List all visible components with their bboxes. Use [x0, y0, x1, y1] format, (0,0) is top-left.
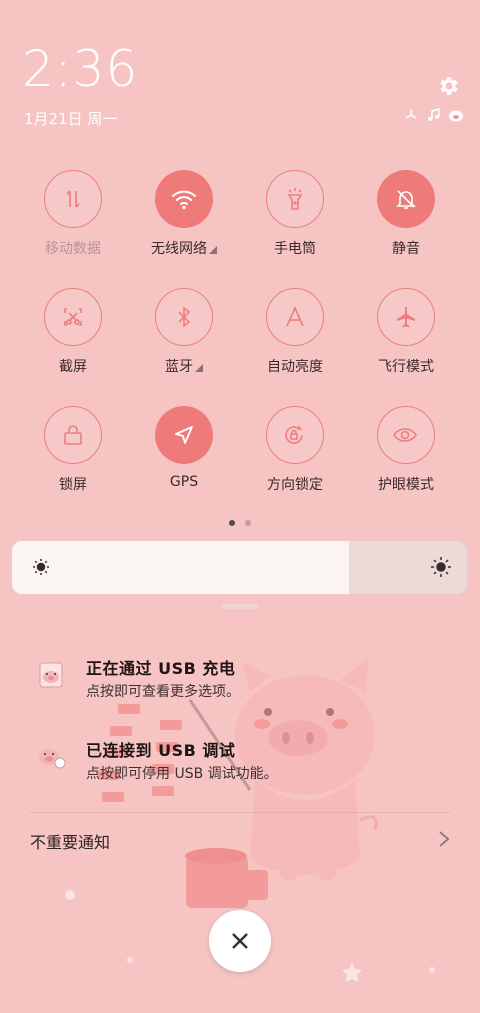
- expand-corner-icon[interactable]: [209, 246, 217, 254]
- gps-button[interactable]: [155, 406, 213, 464]
- notification-title: 已连接到 USB 调试: [86, 741, 236, 760]
- unimportant-notifications-link[interactable]: 不重要通知: [30, 829, 110, 853]
- tile-wifi[interactable]: 无线网络: [129, 170, 239, 258]
- tile-flashlight[interactable]: 手电筒: [240, 170, 350, 258]
- bluetooth-icon: [178, 306, 191, 328]
- tile-gps[interactable]: GPS: [129, 406, 239, 490]
- auto-brightness-button[interactable]: [266, 288, 324, 346]
- pig-usb-icon: [39, 662, 63, 688]
- tile-label: 自动亮度: [267, 359, 323, 375]
- tile-label: 蓝牙: [129, 356, 239, 376]
- notification-subtitle: 点按即可查看更多选项。: [86, 684, 240, 700]
- page-indicator: [0, 520, 480, 526]
- brightness-high-icon: [431, 557, 451, 577]
- divider: [30, 812, 450, 813]
- tile-label: 锁屏: [59, 477, 87, 493]
- clock[interactable]: 2:36: [22, 44, 138, 94]
- tile-label: 无线网络: [129, 238, 239, 258]
- tile-bluetooth[interactable]: 蓝牙: [129, 288, 239, 376]
- mobile-data-icon: [66, 190, 80, 208]
- pig-status-icon: [449, 110, 463, 122]
- gear-icon[interactable]: [436, 74, 460, 98]
- tile-label: 护眼模式: [378, 477, 434, 493]
- tile-eye-care[interactable]: 护眼模式: [351, 406, 461, 494]
- tile-mobile-data[interactable]: 移动数据: [18, 170, 128, 258]
- screenshot-icon: [64, 308, 82, 326]
- mute-button[interactable]: [377, 170, 435, 228]
- music-note-icon: [428, 108, 440, 121]
- airplane-icon: [397, 307, 415, 328]
- notification-subtitle: 点按即可停用 USB 调试功能。: [86, 766, 278, 782]
- flashlight-icon: [287, 188, 303, 210]
- lock-icon: [64, 425, 82, 445]
- brightness-slider[interactable]: [12, 541, 467, 594]
- eye-care-button[interactable]: [377, 406, 435, 464]
- date[interactable]: 1月21日 周一: [24, 108, 117, 129]
- tile-label: 移动数据: [45, 241, 101, 257]
- brightness-low-icon: [33, 559, 49, 575]
- page-dot-active[interactable]: [229, 520, 235, 526]
- brightness-fill: [12, 541, 349, 594]
- gps-icon: [175, 426, 193, 444]
- wifi-button[interactable]: [155, 170, 213, 228]
- tile-airplane[interactable]: 飞行模式: [351, 288, 461, 376]
- bluetooth-button[interactable]: [155, 288, 213, 346]
- expand-corner-icon[interactable]: [195, 364, 203, 372]
- flashlight-button[interactable]: [266, 170, 324, 228]
- close-icon: [232, 933, 248, 949]
- tile-auto-brightness[interactable]: 自动亮度: [240, 288, 350, 376]
- tile-label: 飞行模式: [378, 359, 434, 375]
- wifi-icon: [172, 190, 196, 210]
- rotation-lock-button[interactable]: [266, 406, 324, 464]
- notification-usb-charging[interactable]: 正在通过 USB 充电 点按即可查看更多选项。: [0, 655, 480, 705]
- status-icons: [404, 108, 464, 122]
- tile-label-text: 蓝牙: [165, 359, 193, 375]
- mobile-data-button[interactable]: [44, 170, 102, 228]
- screenshot-button[interactable]: [44, 288, 102, 346]
- tile-label: 截屏: [59, 359, 87, 375]
- tile-label: 方向锁定: [267, 477, 323, 493]
- page-dot[interactable]: [245, 520, 251, 526]
- rotation-lock-icon: [285, 426, 303, 444]
- tile-label: GPS: [169, 474, 199, 490]
- auto-brightness-icon: [286, 306, 304, 327]
- mute-bell-icon: [396, 190, 416, 209]
- pig-debug-icon: [39, 749, 66, 769]
- tile-label-text: 无线网络: [151, 241, 207, 257]
- airplane-button[interactable]: [377, 288, 435, 346]
- tile-rotation-lock[interactable]: 方向锁定: [240, 406, 350, 494]
- notification-title: 正在通过 USB 充电: [86, 659, 236, 678]
- eye-icon: [393, 428, 417, 442]
- close-button[interactable]: [209, 910, 271, 972]
- drag-handle[interactable]: [222, 604, 258, 609]
- lock-button[interactable]: [44, 406, 102, 464]
- tile-mute[interactable]: 静音: [351, 170, 461, 258]
- tile-label: 手电筒: [274, 241, 316, 257]
- notification-usb-debugging[interactable]: 已连接到 USB 调试 点按即可停用 USB 调试功能。: [0, 737, 480, 787]
- tile-lock[interactable]: 锁屏: [18, 406, 128, 494]
- fan-icon: [405, 109, 417, 119]
- tile-screenshot[interactable]: 截屏: [18, 288, 128, 376]
- chevron-right-icon[interactable]: [438, 830, 450, 848]
- tile-label: 静音: [392, 241, 420, 257]
